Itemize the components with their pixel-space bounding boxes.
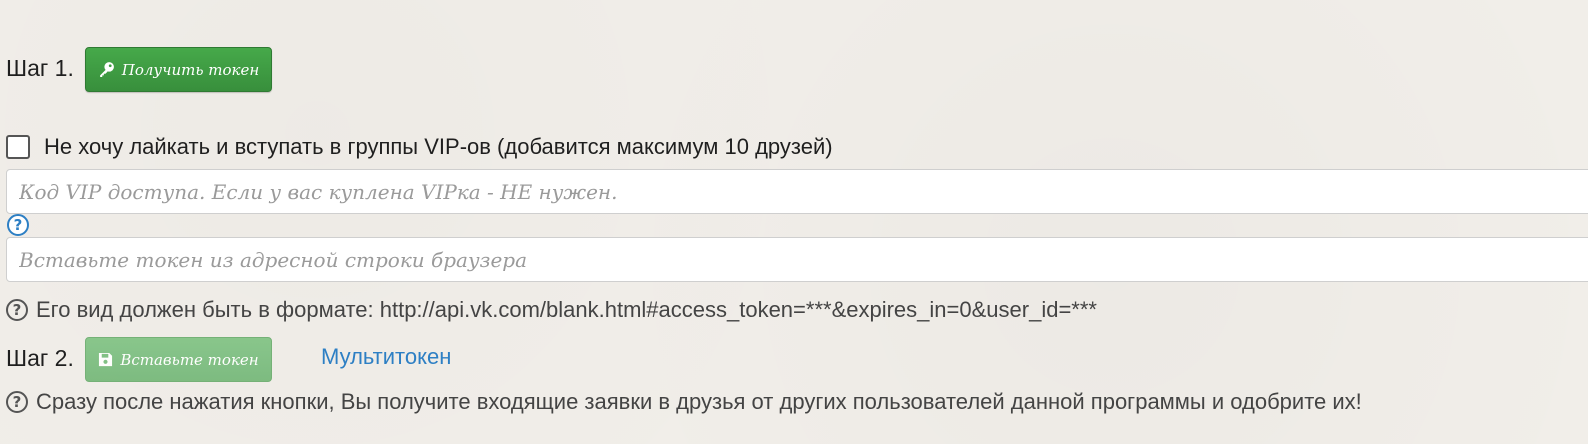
insert-token-button-label: Вставьте токен xyxy=(120,350,259,369)
key-icon xyxy=(98,61,115,78)
vip-optout-row: Не хочу лайкать и вступать в группы VIP-… xyxy=(6,134,833,160)
token-format-note: Его вид должен быть в формате: http://ap… xyxy=(36,297,1097,322)
multitoken-link[interactable]: Мультитокен xyxy=(321,344,451,370)
save-icon xyxy=(98,352,113,367)
get-token-button-label: Получить токен xyxy=(121,60,260,79)
step2-label: Шаг 2. xyxy=(6,345,74,371)
insert-token-button[interactable]: Вставьте токен xyxy=(85,337,272,382)
help-icon: ? xyxy=(6,299,28,321)
step2-note: Сразу после нажатия кнопки, Вы получите … xyxy=(36,389,1362,414)
help-icon[interactable]: ? xyxy=(7,214,29,236)
token-form-page: Шаг 1. Получить токен Не хочу лайкать и … xyxy=(0,0,1588,444)
vip-code-input[interactable] xyxy=(6,169,1588,214)
step1-label: Шаг 1. xyxy=(6,55,74,81)
token-input[interactable] xyxy=(6,237,1588,282)
vip-optout-label: Не хочу лайкать и вступать в группы VIP-… xyxy=(44,134,833,159)
get-token-button[interactable]: Получить токен xyxy=(85,47,272,92)
help-icon: ? xyxy=(6,391,28,413)
vip-optout-checkbox[interactable] xyxy=(6,135,30,159)
